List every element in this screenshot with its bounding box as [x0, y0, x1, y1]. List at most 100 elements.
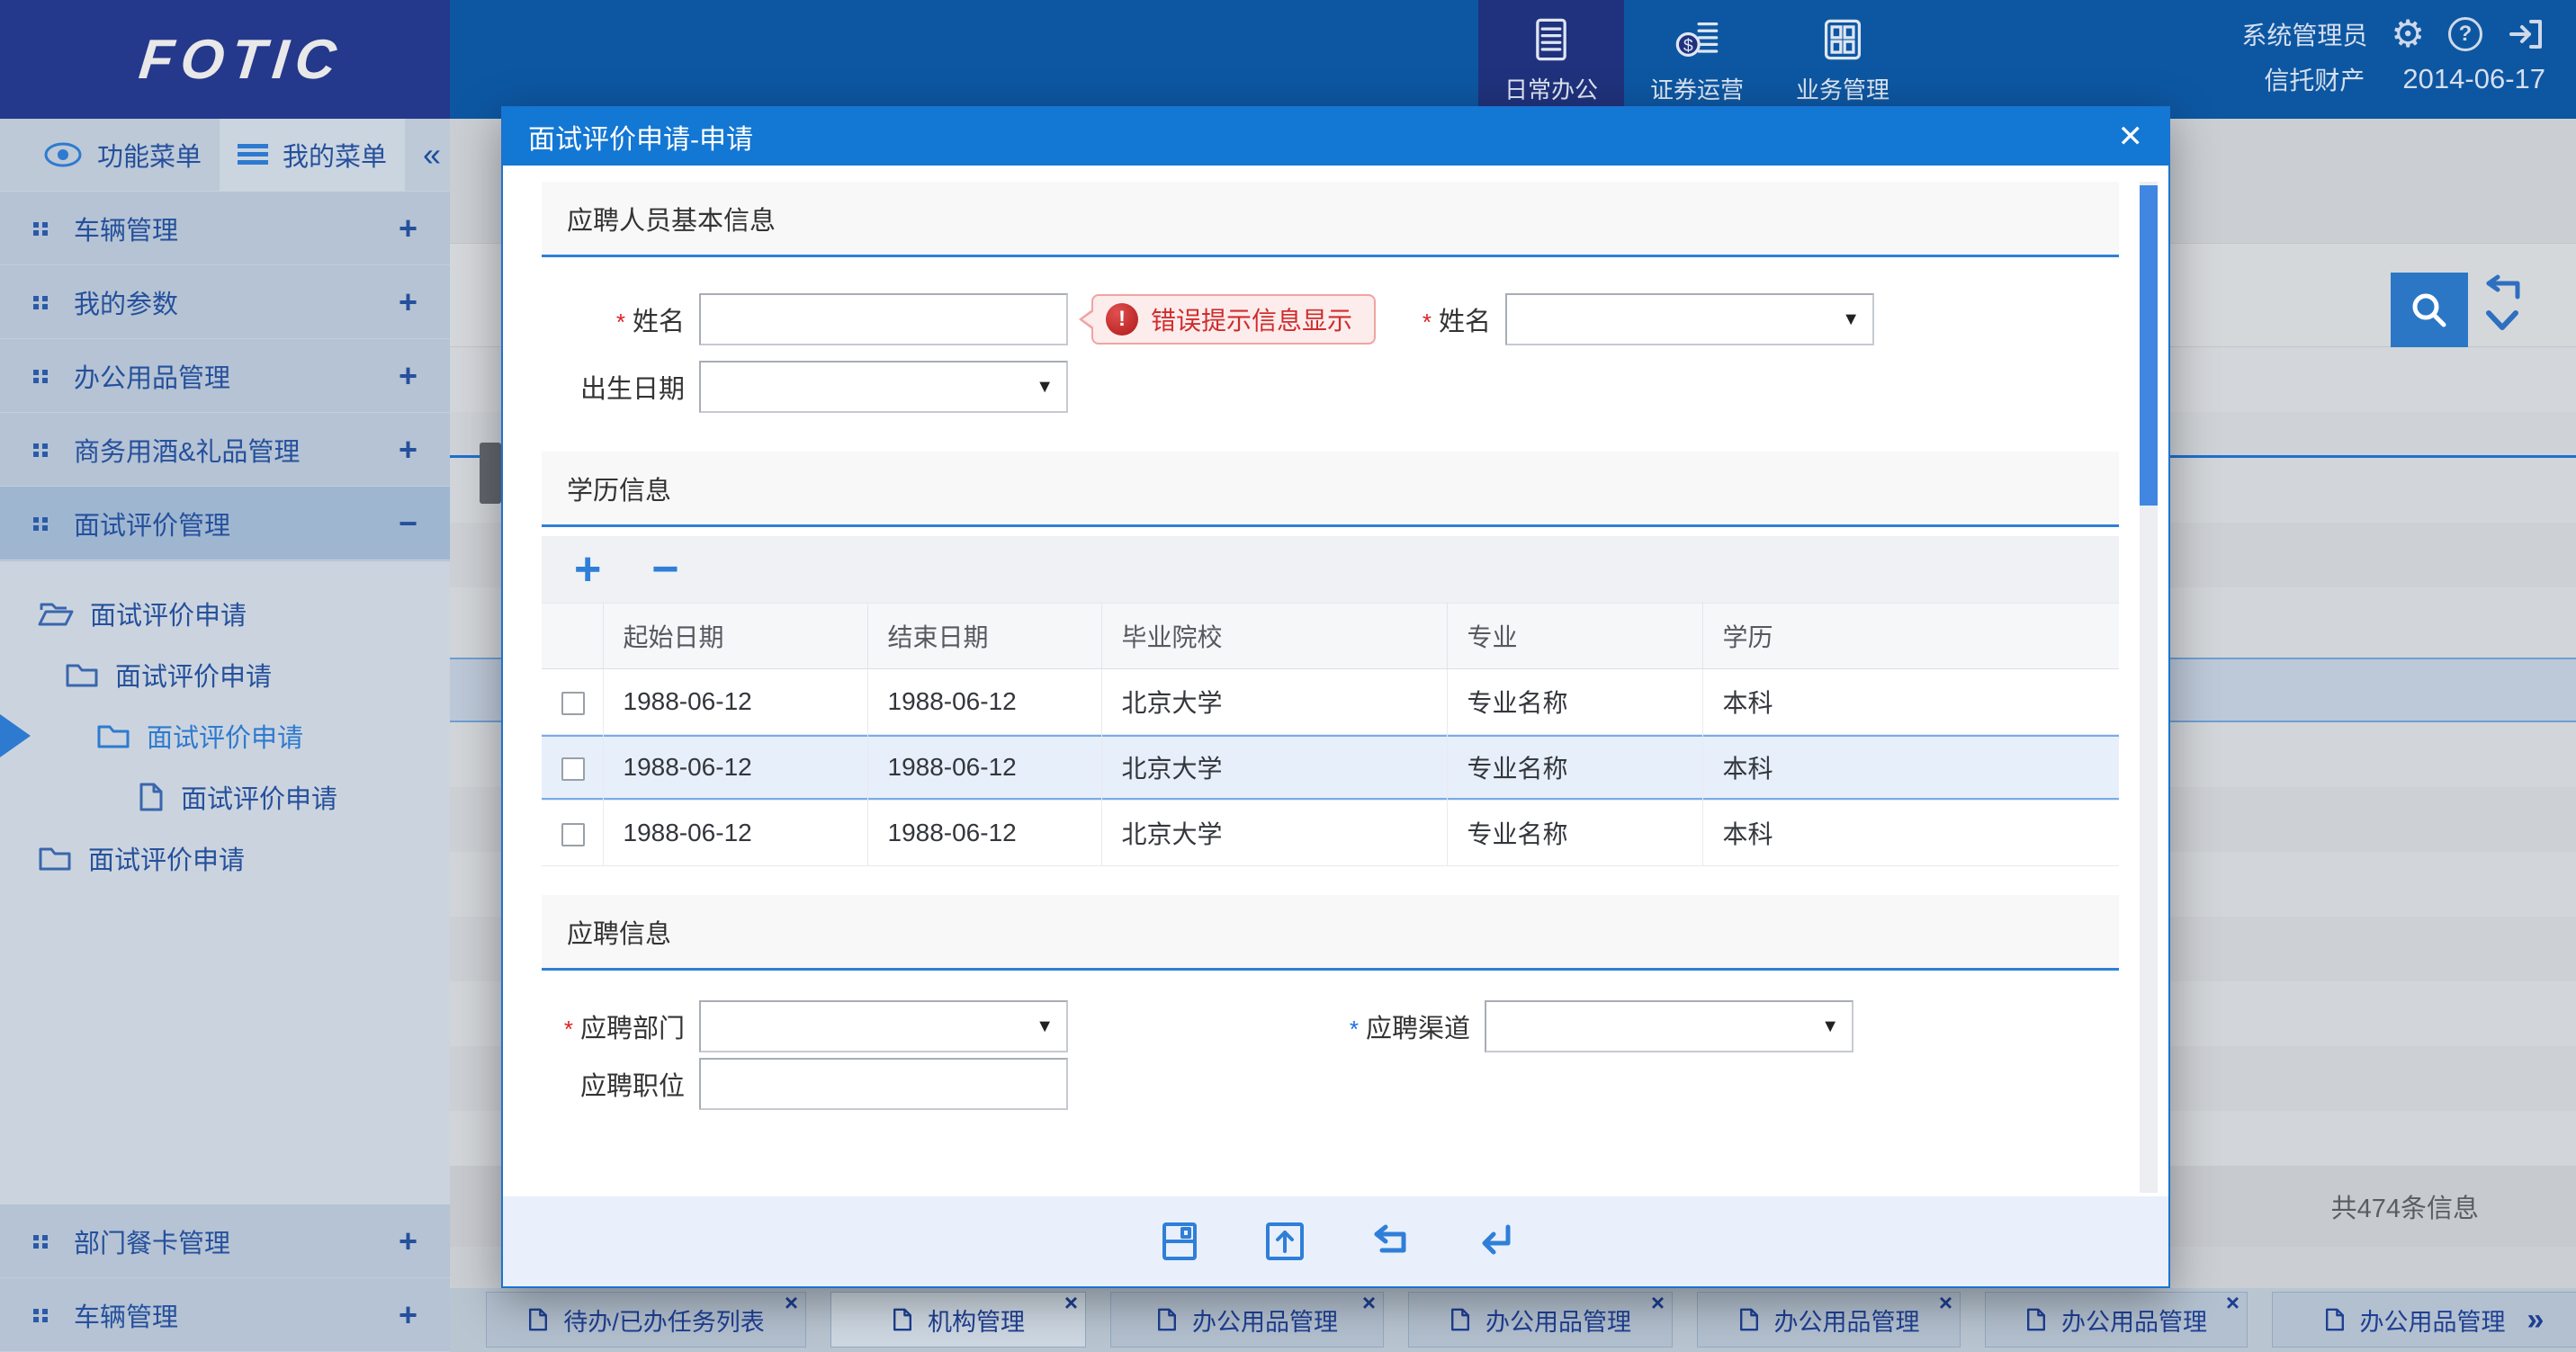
document-icon: [2025, 1306, 2047, 1333]
logout-icon[interactable]: [2506, 14, 2545, 54]
logo-area: FOTIC: [0, 0, 450, 119]
required-marker: *: [1423, 309, 1432, 336]
close-icon[interactable]: ×: [785, 1289, 798, 1317]
education-grid-toolbar: + −: [542, 536, 2119, 603]
expand-icon[interactable]: +: [399, 283, 417, 321]
error-icon: !: [1106, 303, 1138, 336]
nav-tab-securities[interactable]: $ 证券运营: [1624, 0, 1770, 119]
group-dots-icon: [32, 442, 49, 458]
expand-icon[interactable]: +: [399, 210, 417, 247]
section-title: 应聘人员基本信息: [567, 200, 776, 237]
nav-tab-daily-office[interactable]: 日常办公: [1478, 0, 1624, 119]
enter-icon[interactable]: [1472, 1222, 1513, 1260]
expand-icon[interactable]: +: [399, 357, 417, 395]
close-icon[interactable]: ×: [1064, 1289, 1078, 1317]
sidebar-group-vehicle-2[interactable]: 车辆管理 +: [0, 1278, 450, 1352]
bottom-tab-org-mgmt[interactable]: 机构管理 ×: [830, 1292, 1086, 1348]
bottom-tab-office-supplies[interactable]: 办公用品管理 ×: [1408, 1292, 1673, 1348]
nav-tab-business[interactable]: 业务管理: [1770, 0, 1916, 119]
cell-school: 北京大学: [1101, 669, 1447, 735]
cell-start-date: 1988-06-12: [603, 669, 867, 735]
eye-icon: [43, 141, 83, 168]
remove-row-button[interactable]: −: [651, 546, 678, 593]
row-checkbox[interactable]: [561, 757, 585, 781]
bottom-tab-office-supplies[interactable]: 办公用品管理 ×: [1110, 1292, 1384, 1348]
chevron-down-icon[interactable]: [2482, 309, 2539, 335]
row-checkbox[interactable]: [561, 692, 585, 715]
add-row-button[interactable]: +: [574, 546, 601, 593]
gear-icon[interactable]: ⚙: [2391, 15, 2425, 53]
sidebar-group-meal-card[interactable]: 部门餐卡管理 +: [0, 1204, 450, 1278]
folder-icon: [96, 722, 130, 749]
chevron-down-icon: ▼: [1842, 309, 1860, 330]
row-checkbox[interactable]: [561, 823, 585, 846]
scrollbar-thumb[interactable]: [2140, 185, 2158, 506]
help-icon[interactable]: ?: [2448, 17, 2482, 51]
tree-item-label: 面试评价申请: [88, 839, 245, 877]
menu-list-icon: [238, 142, 268, 167]
tree-item-interview-apply[interactable]: 面试评价申请: [0, 828, 450, 889]
sidebar-tab-function-menu[interactable]: 功能菜单: [25, 119, 220, 192]
close-icon[interactable]: ×: [1939, 1289, 1952, 1317]
dialog-titlebar[interactable]: 面试评价申请-申请 ✕: [503, 108, 2168, 166]
apply-position-input[interactable]: [699, 1058, 1068, 1110]
sidebar-group-interview-eval[interactable]: 面试评价管理 −: [0, 487, 450, 560]
section-education-info: 学历信息: [542, 452, 2119, 527]
folder-icon: [65, 661, 99, 688]
name-select[interactable]: ▼: [1505, 293, 1874, 345]
field-label-apply-dept: * 应聘部门: [542, 1007, 699, 1045]
reset-icon[interactable]: [2482, 273, 2539, 302]
document-icon: [1738, 1306, 1760, 1333]
column-header: 起始日期: [603, 604, 867, 669]
table-row[interactable]: 1988-06-12 1988-06-12 北京大学 专业名称 本科: [542, 669, 2119, 735]
bottom-tab-label: 待办/已办任务列表: [563, 1303, 765, 1338]
sidebar-collapse-button[interactable]: «: [423, 136, 441, 174]
tree-item-interview-apply-selected[interactable]: 面试评价申请: [0, 705, 450, 766]
sidebar-group-my-params[interactable]: 我的参数 +: [0, 265, 450, 339]
column-header: 结束日期: [867, 604, 1101, 669]
sidebar-group-office-supplies[interactable]: 办公用品管理 +: [0, 339, 450, 413]
chevron-down-icon: ▼: [1036, 377, 1054, 398]
bottom-tab-office-supplies[interactable]: 办公用品管理 »: [2272, 1292, 2576, 1348]
save-icon[interactable]: [1159, 1222, 1200, 1261]
sidebar-tabs: 功能菜单 我的菜单 «: [0, 119, 450, 192]
collapse-minus-icon[interactable]: −: [399, 505, 417, 542]
expand-icon[interactable]: +: [399, 1222, 417, 1260]
close-icon[interactable]: ×: [1651, 1289, 1665, 1317]
group-dots-icon: [32, 294, 49, 310]
table-row[interactable]: 1988-06-12 1988-06-12 北京大学 专业名称 本科: [542, 801, 2119, 866]
group-label: 车辆管理: [74, 210, 178, 247]
search-button[interactable]: [2391, 273, 2468, 348]
bottom-tab-office-supplies[interactable]: 办公用品管理 ×: [1697, 1292, 1961, 1348]
sidebar-group-vehicle[interactable]: 车辆管理 +: [0, 192, 450, 265]
sidebar-tab-my-menu[interactable]: 我的菜单: [220, 119, 405, 192]
name-input[interactable]: [699, 293, 1068, 345]
bottom-tab-office-supplies[interactable]: 办公用品管理 ×: [1985, 1292, 2248, 1348]
apply-channel-select[interactable]: ▼: [1485, 1000, 1853, 1052]
tree-item-interview-apply[interactable]: 面试评价申请: [0, 766, 450, 828]
close-icon[interactable]: ×: [1362, 1289, 1376, 1317]
apply-dept-select[interactable]: ▼: [699, 1000, 1068, 1052]
expand-icon[interactable]: +: [399, 431, 417, 469]
tree-item-interview-apply[interactable]: 面试评价申请: [0, 583, 450, 644]
undo-icon[interactable]: [1368, 1223, 1409, 1259]
bottom-tab-label: 机构管理: [928, 1303, 1025, 1338]
tree-item-label: 面试评价申请: [90, 595, 247, 632]
birthdate-select[interactable]: ▼: [699, 361, 1068, 413]
group-label: 我的参数: [74, 283, 178, 321]
expand-icon[interactable]: +: [399, 1296, 417, 1334]
upload-icon[interactable]: [1263, 1222, 1305, 1261]
tree-item-interview-apply[interactable]: 面试评价申请: [0, 644, 450, 705]
sidebar-group-wine-gifts[interactable]: 商务用酒&礼品管理 +: [0, 413, 450, 487]
bottom-tab-tasks[interactable]: 待办/已办任务列表 ×: [486, 1292, 806, 1348]
user-department: 信托财产: [2264, 61, 2365, 97]
close-icon[interactable]: ×: [2226, 1289, 2239, 1317]
dialog-scrollbar[interactable]: [2140, 182, 2158, 1193]
bottom-tab-label: 办公用品管理: [1192, 1303, 1338, 1338]
interview-apply-dialog: 面试评价申请-申请 ✕ 应聘人员基本信息 * 姓名 ! 错误提示信息显示 *: [501, 106, 2170, 1288]
folder-open-icon: [38, 599, 74, 628]
bottom-tab-label: 办公用品管理: [2061, 1303, 2207, 1338]
more-tabs-icon[interactable]: »: [2527, 1303, 2545, 1338]
table-row-selected[interactable]: 1988-06-12 1988-06-12 北京大学 专业名称 本科: [542, 735, 2119, 801]
close-icon[interactable]: ✕: [2118, 119, 2144, 155]
